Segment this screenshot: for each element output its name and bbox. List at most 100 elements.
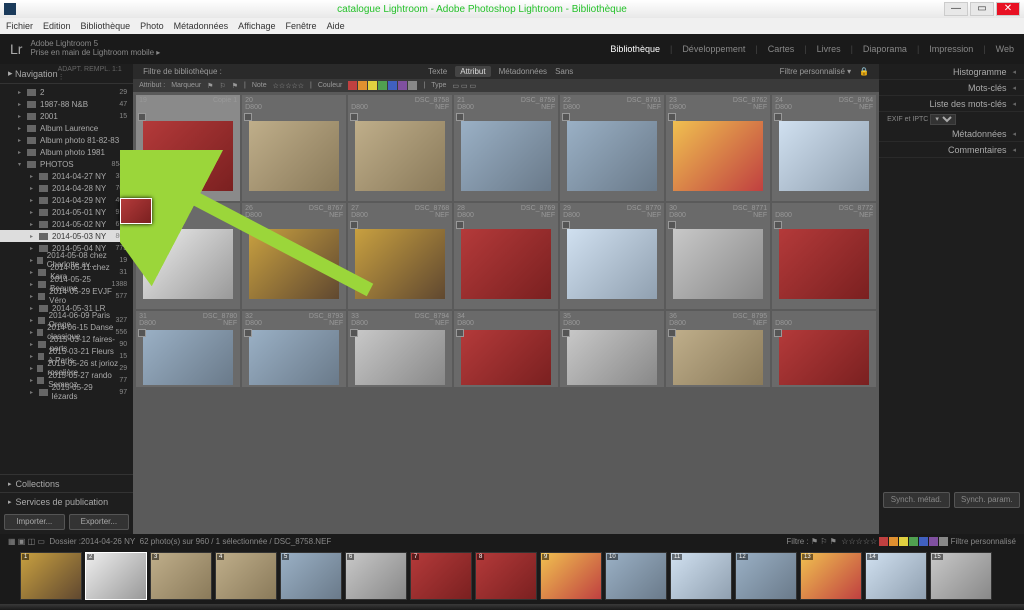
filmstrip-thumb[interactable]: 15 [930, 552, 992, 600]
type-filters[interactable]: ▭ ▭ ▭ [452, 82, 476, 90]
cell-checkbox[interactable] [138, 113, 146, 121]
color-swatch[interactable] [909, 537, 918, 546]
right-panel-header[interactable]: Liste des mots-clés◂ [879, 96, 1024, 112]
filmstrip-thumb[interactable]: 5 [280, 552, 342, 600]
filter-tab[interactable]: Sans [555, 67, 573, 76]
color-swatch[interactable] [929, 537, 938, 546]
color-swatch[interactable] [939, 537, 948, 546]
grid-cell[interactable]: 26D800DSC_8767NEF [242, 203, 346, 309]
cell-checkbox[interactable] [244, 221, 252, 229]
folder-item[interactable]: ▸Album photo 1981 [0, 146, 133, 158]
cell-checkbox[interactable] [456, 113, 464, 121]
minimize-button[interactable]: — [944, 2, 968, 16]
module-tab[interactable]: Web [996, 44, 1014, 54]
menu-item[interactable]: Edition [43, 21, 71, 31]
cell-checkbox[interactable] [668, 329, 676, 337]
color-swatch[interactable] [358, 81, 367, 90]
grid-thumb[interactable] [779, 330, 869, 385]
folder-item[interactable]: ▸2014-05-02 NY674 [0, 218, 133, 230]
folder-item[interactable]: ▸2014-05-01 NY912 [0, 206, 133, 218]
folder-item[interactable]: ▸229 [0, 86, 133, 98]
grid-thumb[interactable] [567, 229, 657, 299]
publish-services-header[interactable]: ▸Services de publication [0, 492, 133, 510]
menu-item[interactable]: Photo [140, 21, 164, 31]
navigator-zoom-modes[interactable]: ADAPT. REMPL. 1:1 ⋮ [58, 66, 126, 81]
grid-cell[interactable]: 27D800DSC_8768NEF [348, 203, 452, 309]
menu-item[interactable]: Fichier [6, 21, 33, 31]
cell-checkbox[interactable] [456, 221, 464, 229]
grid-thumb[interactable] [461, 121, 551, 191]
status-filter-preset[interactable]: Filtre personnalisé [951, 537, 1016, 546]
cell-checkbox[interactable] [138, 329, 146, 337]
grid-thumb[interactable] [779, 229, 869, 299]
grid-thumb[interactable] [461, 330, 551, 385]
folder-item[interactable]: ▸200115 [0, 110, 133, 122]
folder-item[interactable]: ▸Album photo 81-82-83 [0, 134, 133, 146]
grid-cell[interactable]: 32D800DSC_8793NEF [242, 311, 346, 387]
module-tab[interactable]: Impression [929, 44, 973, 54]
right-panel-header[interactable]: Métadonnées◂ [879, 126, 1024, 142]
sync-settings-button[interactable]: Synch. param. [954, 492, 1020, 508]
menu-item[interactable]: Aide [327, 21, 345, 31]
grid-cell[interactable]: 21D800DSC_8759NEF [454, 95, 558, 201]
color-swatch[interactable] [388, 81, 397, 90]
grid-cell[interactable]: D800DSC_8772NEF [772, 203, 876, 309]
flag-picked-icon[interactable]: ⚑ [207, 82, 213, 90]
status-flag-icons[interactable]: ⚑ ⚐ ⚑ ☆☆☆☆☆ [811, 537, 877, 546]
cell-checkbox[interactable] [244, 329, 252, 337]
cell-checkbox[interactable] [562, 329, 570, 337]
folder-item[interactable]: ▸2014-05-29 EVJF Véro577 [0, 290, 133, 302]
flag-rejected-icon[interactable]: ⚑ [232, 82, 238, 90]
module-tab[interactable]: Cartes [768, 44, 795, 54]
filmstrip-thumb[interactable]: 2 [85, 552, 147, 600]
right-panel-header[interactable]: Commentaires◂ [879, 142, 1024, 158]
color-swatch[interactable] [378, 81, 387, 90]
grid-thumb[interactable] [673, 121, 763, 191]
cell-checkbox[interactable] [244, 113, 252, 121]
grid-thumb[interactable] [355, 330, 445, 385]
grid-cell[interactable]: 28D800DSC_8769NEF [454, 203, 558, 309]
grid-cell[interactable]: 34D800 [454, 311, 558, 387]
grid-thumb[interactable] [143, 121, 233, 191]
filmstrip-thumb[interactable]: 6 [345, 552, 407, 600]
color-swatch[interactable] [368, 81, 377, 90]
grid-thumb[interactable] [567, 330, 657, 385]
color-swatch[interactable] [889, 537, 898, 546]
collections-header[interactable]: ▸Collections [0, 474, 133, 492]
filmstrip-thumb[interactable]: 8 [475, 552, 537, 600]
cell-checkbox[interactable] [774, 221, 782, 229]
metadata-preset-row[interactable]: EXIF et IPTC ▾ [879, 112, 1024, 126]
filmstrip-thumb[interactable]: 13 [800, 552, 862, 600]
cell-checkbox[interactable] [350, 113, 358, 121]
menu-item[interactable]: Affichage [238, 21, 275, 31]
grid-cell[interactable]: D800DSC_8758NEF [348, 95, 452, 201]
grid-thumb[interactable] [249, 330, 339, 385]
folder-item[interactable]: ▸2014-05-03 NY805 [0, 230, 133, 242]
module-tab[interactable]: Livres [817, 44, 841, 54]
rating-stars[interactable]: ☆☆☆☆☆ [273, 82, 304, 90]
header-subtitle[interactable]: Prise en main de Lightroom mobile ▸ [30, 49, 160, 58]
cell-checkbox[interactable] [562, 221, 570, 229]
grid-thumb[interactable] [673, 229, 763, 299]
grid-cell[interactable]: 20D800 [242, 95, 346, 201]
grid-cell[interactable]: 35D800 [560, 311, 664, 387]
grid-thumb[interactable] [567, 121, 657, 191]
navigator-header[interactable]: ▸ Navigation ADAPT. REMPL. 1:1 ⋮ [0, 64, 133, 84]
import-button[interactable]: Importer... [4, 514, 65, 530]
folder-item[interactable]: ▸2014-04-29 NY404 [0, 194, 133, 206]
filter-tab[interactable]: Texte [428, 67, 447, 76]
grid-thumb[interactable] [249, 121, 339, 191]
filmstrip-thumb[interactable]: 14 [865, 552, 927, 600]
filter-tab[interactable]: Métadonnées [499, 67, 547, 76]
export-button[interactable]: Exporter... [69, 514, 130, 530]
filmstrip-thumb[interactable]: 11 [670, 552, 732, 600]
grid-cell[interactable]: D800 [772, 311, 876, 387]
cell-checkbox[interactable] [774, 329, 782, 337]
filter-lock-icon[interactable]: 🔒 [859, 67, 869, 76]
grid-cell[interactable]: 29D800DSC_8770NEF [560, 203, 664, 309]
grid-thumb[interactable] [461, 229, 551, 299]
filmstrip-thumb[interactable]: 10 [605, 552, 667, 600]
right-panel-header[interactable]: Mots-clés◂ [879, 80, 1024, 96]
cell-checkbox[interactable] [562, 113, 570, 121]
filmstrip-thumb[interactable]: 1 [20, 552, 82, 600]
